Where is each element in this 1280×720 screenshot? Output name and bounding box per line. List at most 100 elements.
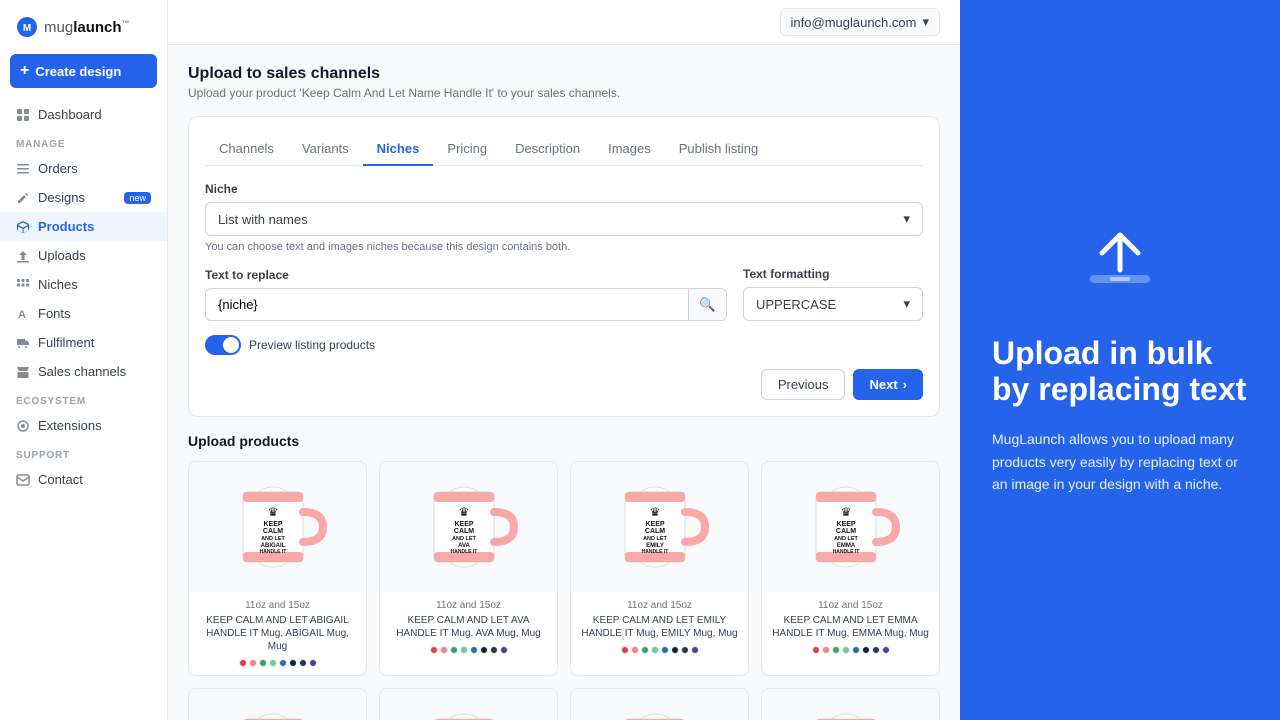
sidebar-item-niches[interactable]: Niches (0, 270, 167, 299)
color-swatch (862, 646, 870, 654)
product-size: 11oz and 15oz (388, 600, 549, 611)
sidebar-item-orders[interactable]: Orders (0, 154, 167, 183)
tab-bar: Channels Variants Niches Pricing Descrip… (205, 133, 923, 166)
product-card[interactable]: ♛ KEEP CALM AND LET ETHAN HANDLE IT 11oz… (188, 688, 367, 720)
sales-channels-label: Sales channels (38, 364, 126, 379)
chevron-icon: ▾ (903, 211, 910, 227)
svg-text:♛: ♛ (840, 505, 851, 519)
svg-text:M: M (23, 23, 31, 34)
tab-pricing[interactable]: Pricing (433, 133, 501, 166)
color-swatch (440, 646, 448, 654)
product-size: 11oz and 15oz (579, 600, 740, 611)
toggle-knob (223, 337, 239, 353)
sidebar-item-extensions[interactable]: Extensions (0, 411, 167, 440)
product-info: 11oz and 15oz KEEP CALM AND LET ABIGAIL … (189, 592, 366, 675)
svg-text:AND LET: AND LET (643, 536, 667, 542)
svg-text:CALM: CALM (262, 528, 282, 535)
color-swatches (388, 646, 549, 654)
svg-text:♛: ♛ (267, 505, 278, 519)
tab-publish-listing[interactable]: Publish listing (665, 133, 773, 166)
color-swatch (239, 659, 247, 667)
logo: M muglaunch™ (0, 0, 167, 54)
niches-label: Niches (38, 277, 78, 292)
user-email: info@muglaunch.com (791, 15, 917, 30)
chevron-down-icon: ▾ (922, 14, 929, 30)
user-menu[interactable]: info@muglaunch.com ▾ (780, 8, 940, 36)
product-image-area: ♛ KEEP CALM AND LET HANNAH HANDLE IT (380, 689, 557, 720)
svg-text:KEEP: KEEP (645, 521, 664, 528)
tab-images[interactable]: Images (594, 133, 665, 166)
color-swatch (279, 659, 287, 667)
create-design-button[interactable]: + Create design (10, 54, 157, 88)
content-area: Upload to sales channels Upload your pro… (168, 45, 960, 720)
products-label: Products (38, 219, 94, 234)
product-image-area: ♛ KEEP CALM AND LET EMMA HANDLE IT (762, 462, 939, 592)
text-replace-input[interactable] (206, 289, 688, 320)
sidebar-item-fonts[interactable]: A Fonts (0, 299, 167, 328)
svg-text:HANDLE IT: HANDLE IT (641, 549, 668, 555)
preview-toggle-row: Preview listing products (205, 335, 923, 355)
color-swatch (872, 646, 880, 654)
list-icon (16, 162, 30, 176)
sidebar-item-contact[interactable]: Contact (0, 465, 167, 494)
color-swatch (882, 646, 890, 654)
product-name: KEEP CALM AND LET EMILY HANDLE IT Mug, E… (579, 614, 740, 640)
color-swatch (430, 646, 438, 654)
upload-icon (16, 249, 30, 263)
text-search-button[interactable]: 🔍 (688, 289, 726, 320)
tab-variants[interactable]: Variants (288, 133, 363, 166)
page-subtitle: Upload your product 'Keep Calm And Let N… (188, 86, 940, 100)
sidebar-item-sales-channels[interactable]: Sales channels (0, 357, 167, 386)
upload-icon-area (992, 225, 1248, 305)
right-description: MugLaunch allows you to upload many prod… (992, 428, 1248, 495)
svg-text:CALM: CALM (835, 528, 855, 535)
mug-image: ♛ KEEP CALM AND LET EMILY HANDLE IT (605, 472, 715, 582)
preview-toggle[interactable] (205, 335, 241, 355)
sidebar-item-designs[interactable]: Designs new (0, 183, 167, 212)
text-formatting-select[interactable]: UPPERCASE ▾ (743, 287, 923, 321)
sidebar-item-dashboard[interactable]: Dashboard (0, 100, 167, 129)
niche-label: Niche (205, 182, 923, 196)
text-replace-input-wrapper: 🔍 (205, 288, 727, 321)
plus-icon: + (20, 62, 29, 80)
color-swatch (661, 646, 669, 654)
logo-icon: M (16, 16, 38, 38)
product-card[interactable]: ♛ KEEP CALM AND LET ABIGAIL HANDLE IT 11… (188, 461, 367, 676)
product-card[interactable]: ♛ KEEP CALM AND LET EMILY HANDLE IT 11oz… (570, 461, 749, 676)
previous-button[interactable]: Previous (761, 369, 846, 400)
product-card[interactable]: ♛ KEEP CALM AND LET ISABELLA HANDLE IT 1… (570, 688, 749, 720)
product-card[interactable]: ♛ KEEP CALM AND LET HANNAH HANDLE IT 11o… (379, 688, 558, 720)
mug-image: ♛ KEEP CALM AND LET ETHAN HANDLE IT (223, 699, 333, 720)
sidebar-item-uploads[interactable]: Uploads (0, 241, 167, 270)
mug-image: ♛ KEEP CALM AND LET ISABELLA HANDLE IT (605, 699, 715, 720)
fonts-label: Fonts (38, 306, 71, 321)
product-name: KEEP CALM AND LET AVA HANDLE IT Mug, AVA… (388, 614, 549, 640)
tab-description[interactable]: Description (501, 133, 594, 166)
preview-toggle-label: Preview listing products (249, 338, 375, 352)
text-formatting-col: Text formatting UPPERCASE ▾ (743, 267, 923, 321)
tab-channels[interactable]: Channels (205, 133, 288, 166)
support-section-label: SUPPORT (0, 440, 167, 465)
font-icon: A (16, 307, 30, 321)
sidebar-item-fulfilment[interactable]: Fulfilment (0, 328, 167, 357)
navigation-buttons: Previous Next › (205, 369, 923, 400)
product-card[interactable]: ♛ KEEP CALM AND LET EMMA HANDLE IT 11oz … (761, 461, 940, 676)
sidebar: M muglaunch™ + Create design Dashboard M… (0, 0, 168, 720)
next-button[interactable]: Next › (853, 369, 923, 400)
sidebar-item-products[interactable]: Products (0, 212, 167, 241)
svg-text:♛: ♛ (458, 505, 469, 519)
color-swatch (480, 646, 488, 654)
svg-text:KEEP: KEEP (836, 521, 855, 528)
tab-niches[interactable]: Niches (363, 133, 434, 166)
text-replace-col: Text to replace 🔍 (205, 268, 727, 321)
svg-text:CALM: CALM (644, 528, 664, 535)
color-swatches (770, 646, 931, 654)
product-card[interactable]: ♛ KEEP CALM AND LET AVA HANDLE IT 11oz a… (379, 461, 558, 676)
topbar: info@muglaunch.com ▾ (168, 0, 960, 45)
svg-text:CALM: CALM (453, 528, 473, 535)
grid-icon (16, 278, 30, 292)
niche-select[interactable]: List with names ▾ (205, 202, 923, 236)
svg-text:AND LET: AND LET (834, 536, 858, 542)
arrow-icon: › (903, 377, 907, 392)
product-card[interactable]: ♛ KEEP CALM AND LET JACK HANDLE IT 11oz … (761, 688, 940, 720)
